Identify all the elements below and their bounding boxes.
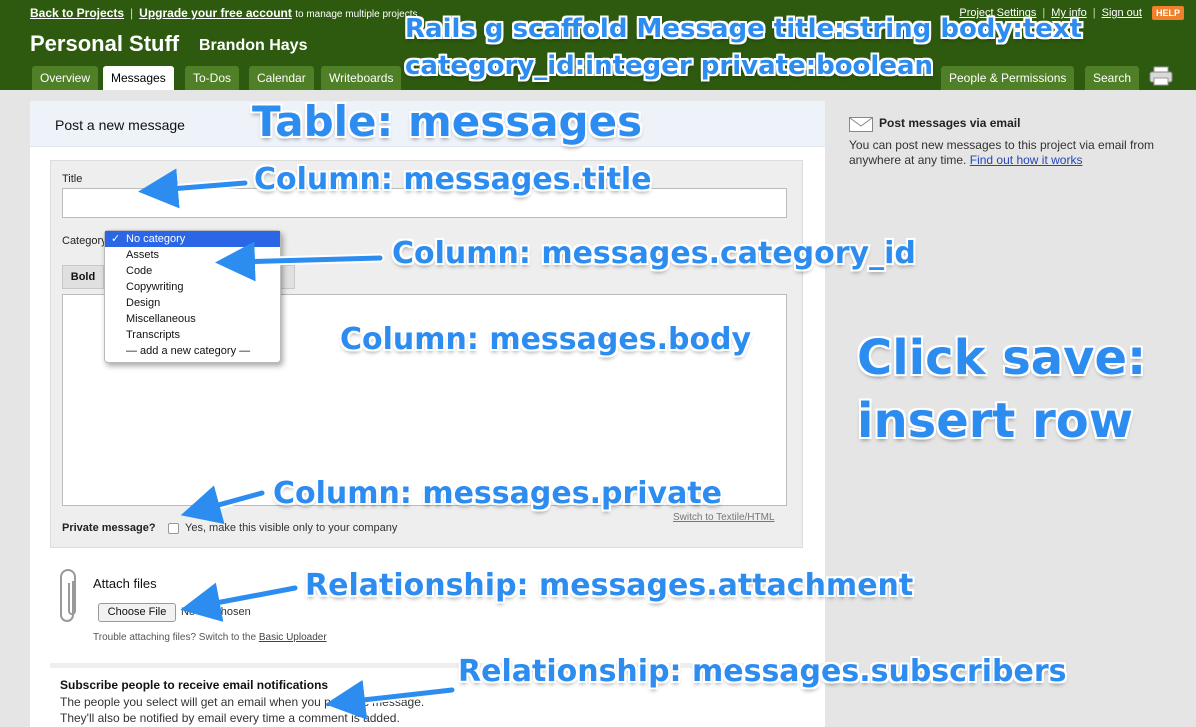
email-post-description: You can post new messages to this projec… [849,138,1155,167]
trouble-attaching: Trouble attaching files? Switch to the B… [93,632,327,643]
category-option-assets[interactable]: Assets [105,247,280,263]
tab-calendar[interactable]: Calendar [249,66,314,90]
find-out-how-link[interactable]: Find out how it works [970,153,1083,167]
annotation-col-body: Column: messages.body [340,322,752,357]
category-label: Category [62,235,107,247]
title-label: Title [62,173,83,185]
no-file-chosen: No file chosen [181,606,251,618]
bold-button[interactable]: Bold [62,265,104,289]
subscribe-description-2: They'll also be notified by email every … [60,711,400,725]
basic-uploader-link[interactable]: Basic Uploader [259,632,327,643]
annotation-scaffold-line2: category_id:integer private:boolean [405,51,934,81]
help-button[interactable]: HELP [1151,6,1184,20]
tab-todos[interactable]: To-Dos [185,66,240,90]
choose-file-button[interactable]: Choose File [98,603,176,622]
upgrade-link[interactable]: Upgrade your free account [139,6,292,20]
annotation-rel-subscribers: Relationship: messages.subscribers [458,654,1067,689]
category-option-design[interactable]: Design [105,295,280,311]
category-option-miscellaneous[interactable]: Miscellaneous [105,311,280,327]
annotation-scaffold-line1: Rails g scaffold Message title:string bo… [405,14,1083,44]
back-to-projects-link[interactable]: Back to Projects [30,6,124,20]
panel-title: Post a new message [55,117,185,133]
subscribe-description: The people you select will get an email … [60,695,425,709]
annotation-table: Table: messages [252,97,643,146]
switch-textile-link[interactable]: Switch to Textile/HTML [673,512,775,523]
category-option-transcripts[interactable]: Transcripts [105,327,280,343]
subscribe-title: Subscribe people to receive email notifi… [60,678,329,692]
annotation-click-save-line1: Click save: [857,330,1147,386]
checkmark-icon: ✓ [111,233,121,245]
category-option-code[interactable]: Code [105,263,280,279]
top-links: Back to Projects | Upgrade your free accou… [30,6,418,20]
annotation-rel-attachment: Relationship: messages.attachment [305,568,914,603]
printer-icon[interactable] [1149,66,1173,86]
annotation-col-private: Column: messages.private [273,476,723,511]
tab-messages[interactable]: Messages [103,66,174,90]
envelope-icon [849,117,873,132]
upgrade-suffix: to manage multiple projects [295,9,418,20]
private-label: Private message? [62,522,156,534]
attach-files-label: Attach files [93,576,157,591]
sign-out-link[interactable]: Sign out [1102,7,1142,19]
project-owner: Brandon Hays [199,37,308,54]
tab-people-permissions[interactable]: People & Permissions [941,66,1075,90]
annotation-col-title: Column: messages.title [254,162,652,197]
tab-search[interactable]: Search [1085,66,1140,90]
category-option-none[interactable]: ✓ No category [105,231,280,247]
private-checkbox[interactable] [168,523,179,534]
tab-writeboards[interactable]: Writeboards [321,66,402,90]
email-post-title: Post messages via email [879,116,1021,130]
annotation-click-save-line2: insert row [857,393,1134,449]
category-option-add-new[interactable]: — add a new category — [105,343,280,359]
private-description: Yes, make this visible only to your comp… [185,522,398,534]
tab-overview[interactable]: Overview [32,66,99,90]
category-dropdown[interactable]: ✓ No category Assets Code Copywriting Des… [104,230,281,363]
category-option-copywriting[interactable]: Copywriting [105,279,280,295]
annotation-col-category: Column: messages.category_id [392,236,916,271]
paperclip-icon [60,569,76,622]
project-title: Personal Stuff [30,31,180,56]
